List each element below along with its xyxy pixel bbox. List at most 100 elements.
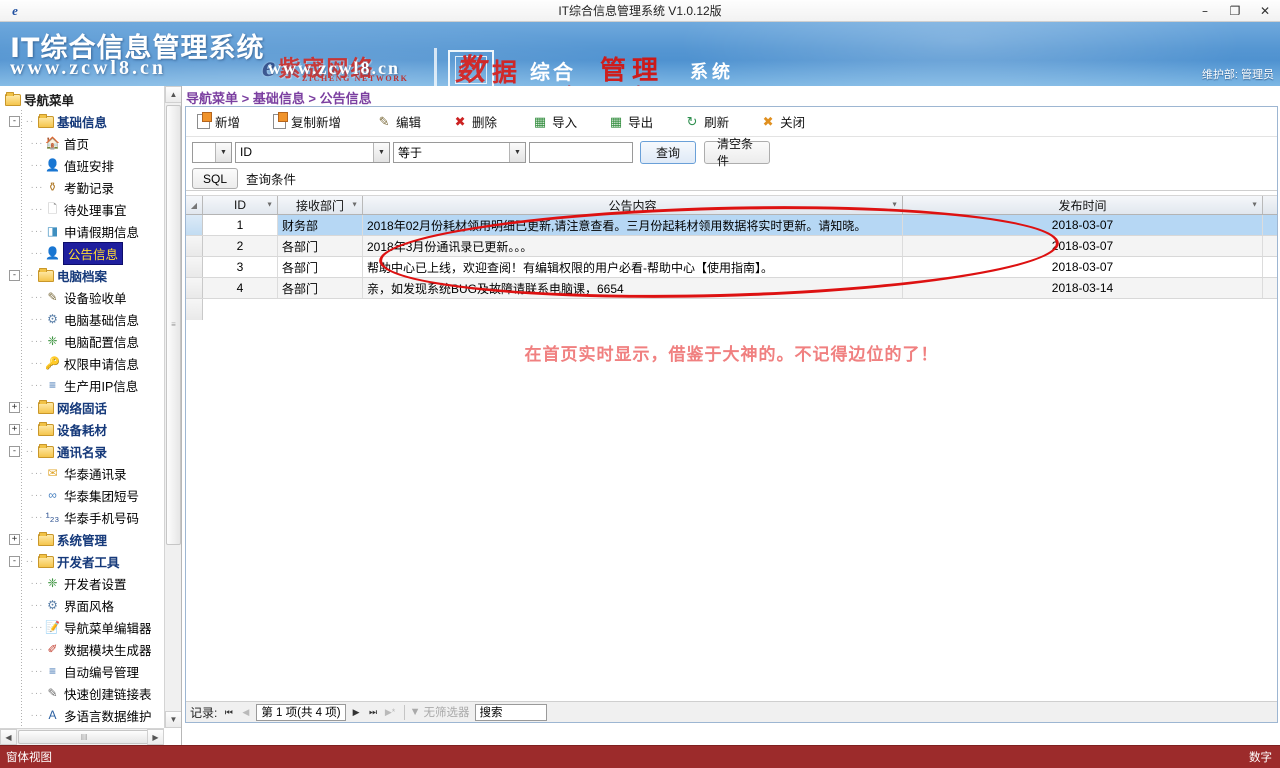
sidebar-group-0[interactable]: - ·· 基础信息 <box>0 110 163 132</box>
table-row[interactable]: 4 各部门 亲，如发现系统BUG及故障请联系电脑课，6654 2018-03-14 <box>186 278 1277 299</box>
sidebar-item-0-2[interactable]: ··· ⚱ 考勤记录 <box>0 176 163 198</box>
restore-button[interactable]: ❐ <box>1220 1 1250 22</box>
sql-button[interactable]: SQL <box>192 168 239 189</box>
operator-select[interactable]: 等于 ▼ <box>393 141 526 163</box>
refresh-button[interactable]: ↻ 刷新 <box>681 110 739 134</box>
cell-content[interactable]: 2018年3月份通讯录已更新。。。 <box>363 236 903 256</box>
row-selector[interactable] <box>186 236 203 256</box>
chevron-down-icon[interactable]: ▼ <box>351 202 358 209</box>
expand-icon[interactable]: + <box>9 423 20 435</box>
new-record-button[interactable]: ▶* <box>382 703 399 721</box>
sidebar-item-6-2[interactable]: ··· 📝 导航菜单编辑器 <box>0 616 163 638</box>
minimize-button[interactable]: – <box>1190 1 1220 22</box>
chevron-down-icon[interactable]: ▼ <box>215 142 231 162</box>
sidebar-item-0-0[interactable]: ··· 🏠 首页 <box>0 132 163 154</box>
add-button[interactable]: 新增 <box>192 110 250 134</box>
collapse-icon[interactable]: - <box>9 555 20 567</box>
sidebar-group-1[interactable]: - ·· 电脑档案 <box>0 264 163 286</box>
row-selector[interactable] <box>186 257 203 277</box>
chevron-down-icon[interactable]: ▼ <box>373 142 389 162</box>
sidebar-group-5[interactable]: + ·· 系统管理 <box>0 528 163 550</box>
filter-status[interactable]: ▼ 无筛选器 <box>410 704 470 720</box>
sidebar-item-4-2[interactable]: ··· ¹₂₃ 华泰手机号码 <box>0 506 163 528</box>
sidebar-group-3[interactable]: + ·· 设备耗材 <box>0 418 163 440</box>
expand-icon[interactable]: + <box>9 401 20 413</box>
grid-select-all-corner[interactable]: ◢ <box>186 196 203 214</box>
sidebar-item-6-4[interactable]: ··· ≡ 自动编号管理 <box>0 660 163 682</box>
cell-id[interactable]: 1 <box>203 215 278 235</box>
cell-id[interactable]: 3 <box>203 257 278 277</box>
sidebar-item-6-0[interactable]: ··· ❈ 开发者设置 <box>0 572 163 594</box>
scroll-left-icon[interactable]: ◀ <box>0 729 17 745</box>
cell-date[interactable]: 2018-03-07 <box>903 236 1263 256</box>
query-button[interactable]: 查询 <box>640 140 696 164</box>
scroll-down-icon[interactable]: ▼ <box>165 711 181 728</box>
sidebar-item-0-5[interactable]: ··· 👤 公告信息 <box>0 241 163 265</box>
grid-new-row[interactable] <box>186 299 1277 320</box>
sidebar-item-0-3[interactable]: ··· 🗋 待处理事宜 <box>0 198 163 220</box>
table-row[interactable]: 1 财务部 2018年02月份耗材领用明细已更新,请注意查看。三月份起耗材领用数据将… <box>186 215 1277 236</box>
grid-body[interactable]: 1 财务部 2018年02月份耗材领用明细已更新,请注意查看。三月份起耗材领用数据将… <box>186 215 1277 299</box>
scroll-up-icon[interactable]: ▲ <box>165 86 181 103</box>
nav-horizontal-scrollbar[interactable]: ◀ ‖‖ ▶ <box>0 728 164 745</box>
chevron-down-icon[interactable]: ▼ <box>509 142 525 162</box>
chevron-down-icon[interactable]: ▼ <box>891 202 898 209</box>
edit-button[interactable]: ✎ 编辑 <box>373 110 431 134</box>
nav-vertical-scrollbar[interactable]: ▲ ≡ ▼ <box>164 86 181 728</box>
sidebar-group-4[interactable]: - ·· 通讯名录 <box>0 440 163 462</box>
sidebar-item-6-1[interactable]: ··· ⚙ 界面风格 <box>0 594 163 616</box>
scroll-right-icon[interactable]: ▶ <box>147 729 164 745</box>
filter-value-input[interactable] <box>529 141 633 163</box>
cell-department[interactable]: 各部门 <box>278 257 363 277</box>
cell-department[interactable]: 各部门 <box>278 236 363 256</box>
expand-icon[interactable]: + <box>9 533 20 545</box>
nav-hscroll-thumb[interactable]: ‖‖ <box>18 730 150 744</box>
grid-column-header-1[interactable]: 接收部门 ▼ <box>278 196 363 214</box>
close-button[interactable]: ✕ <box>1250 1 1280 22</box>
cell-id[interactable]: 4 <box>203 278 278 298</box>
prev-record-button[interactable]: ◀ <box>237 703 254 721</box>
export-button[interactable]: ▦ 导出 <box>605 110 663 134</box>
cell-department[interactable]: 财务部 <box>278 215 363 235</box>
sidebar-item-0-4[interactable]: ··· ◨ 申请假期信息 <box>0 220 163 242</box>
logic-select[interactable]: ▼ <box>192 141 232 163</box>
last-record-button[interactable]: ⏭ <box>365 703 382 721</box>
sidebar-item-1-2[interactable]: ··· ❈ 电脑配置信息 <box>0 330 163 352</box>
table-row[interactable]: 2 各部门 2018年3月份通讯录已更新。。。 2018-03-07 <box>186 236 1277 257</box>
row-selector[interactable] <box>186 215 203 235</box>
chevron-down-icon[interactable]: ▼ <box>266 202 273 209</box>
grid-column-header-3[interactable]: 发布时间 ▼ <box>903 196 1263 214</box>
cell-id[interactable]: 2 <box>203 236 278 256</box>
copy-add-button[interactable]: 复制新增 <box>268 110 351 134</box>
sidebar-root[interactable]: 导航菜单 <box>0 88 163 110</box>
delete-button[interactable]: ✖ 删除 <box>449 110 507 134</box>
cell-content[interactable]: 亲，如发现系统BUG及故障请联系电脑课，6654 <box>363 278 903 298</box>
field-select[interactable]: ID ▼ <box>235 141 390 163</box>
table-row[interactable]: 3 各部门 帮助中心已上线，欢迎查阅！有编辑权限的用户必看-帮助中心【使用指南】。 2… <box>186 257 1277 278</box>
collapse-icon[interactable]: - <box>9 115 20 127</box>
sidebar-item-6-3[interactable]: ··· ✐ 数据模块生成器 <box>0 638 163 660</box>
sidebar-item-1-0[interactable]: ··· ✎ 设备验收单 <box>0 286 163 308</box>
chevron-down-icon[interactable]: ▼ <box>1251 202 1258 209</box>
sidebar-group-6[interactable]: - ·· 开发者工具 <box>0 550 163 572</box>
cell-content[interactable]: 2018年02月份耗材领用明细已更新,请注意查看。三月份起耗材领用数据将实时更新… <box>363 215 903 235</box>
sidebar-item-1-4[interactable]: ··· ≡ 生产用IP信息 <box>0 374 163 396</box>
sidebar-item-1-3[interactable]: ··· 🔑 权限申请信息 <box>0 352 163 374</box>
row-selector[interactable] <box>186 278 203 298</box>
record-position[interactable]: 第 1 项(共 4 项) <box>256 703 346 721</box>
search-input[interactable]: 搜索 <box>475 703 548 721</box>
collapse-icon[interactable]: - <box>9 445 20 457</box>
collapse-icon[interactable]: - <box>9 269 20 281</box>
cell-content[interactable]: 帮助中心已上线，欢迎查阅！有编辑权限的用户必看-帮助中心【使用指南】。 <box>363 257 903 277</box>
grid-column-header-2[interactable]: 公告内容 ▼ <box>363 196 903 214</box>
sidebar-item-4-0[interactable]: ··· ✉ 华泰通讯录 <box>0 462 163 484</box>
navigation-tree[interactable]: 导航菜单 - ·· 基础信息 ··· 🏠 首页 ··· 👤 值班安排 ··· ⚱ 考勤记录 ··· 🗋 待处理… <box>0 88 163 727</box>
cell-department[interactable]: 各部门 <box>278 278 363 298</box>
first-record-button[interactable]: ⏮ <box>220 703 237 721</box>
cell-date[interactable]: 2018-03-14 <box>903 278 1263 298</box>
next-record-button[interactable]: ▶ <box>348 703 365 721</box>
close-button[interactable]: ✖ 关闭 <box>757 110 815 134</box>
grid-column-header-0[interactable]: ID ▼ <box>203 196 278 214</box>
row-selector[interactable] <box>186 299 203 320</box>
nav-vscroll-thumb[interactable]: ≡ <box>166 105 181 545</box>
